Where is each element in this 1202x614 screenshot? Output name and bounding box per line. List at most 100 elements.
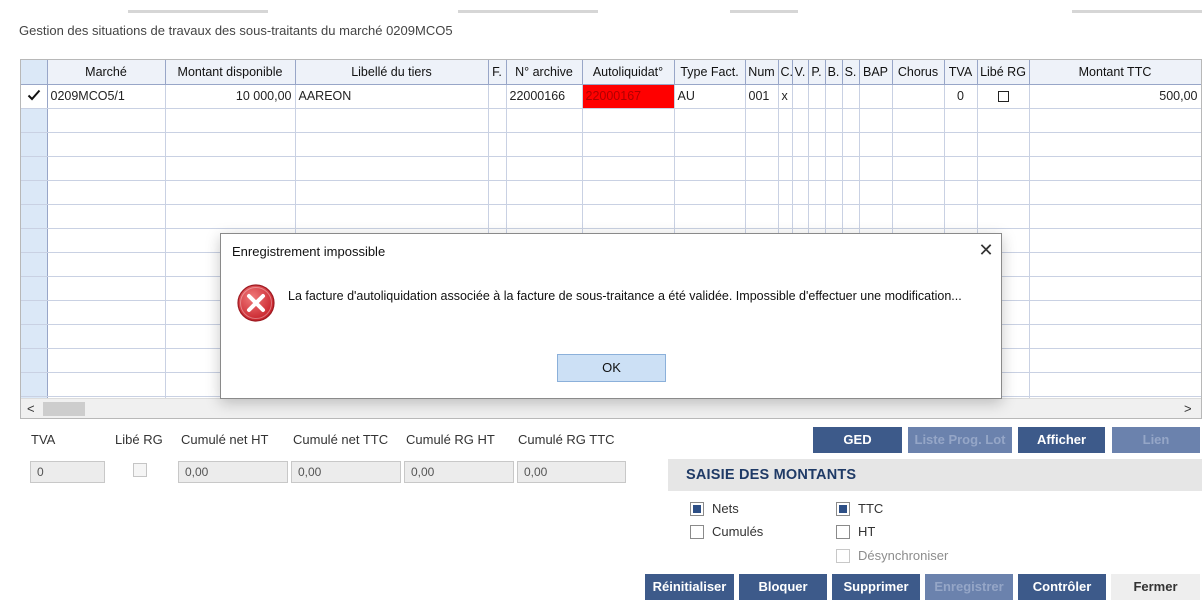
grid-cell[interactable] — [47, 300, 166, 325]
grid-cell[interactable] — [582, 132, 675, 157]
grid-cell[interactable] — [47, 132, 166, 157]
cell-type-fact[interactable]: AU — [674, 84, 746, 109]
grid-cell[interactable] — [778, 156, 793, 181]
table-row[interactable]: 0209MCO5/1 10 000,00 AAREON 22000166 220… — [21, 84, 1201, 109]
grid-cell[interactable] — [825, 108, 843, 133]
grid-cell[interactable] — [488, 156, 507, 181]
grid-cell[interactable] — [165, 156, 296, 181]
grid-cell[interactable] — [825, 132, 843, 157]
grid-cell[interactable] — [745, 156, 779, 181]
grid-cell[interactable] — [859, 204, 893, 229]
col-header-type-fact[interactable]: Type Fact. — [674, 60, 746, 85]
row-selector[interactable] — [21, 300, 48, 325]
row-selector[interactable] — [21, 252, 48, 277]
grid-cell[interactable] — [674, 132, 746, 157]
row-selector[interactable] — [21, 324, 48, 349]
grid-cell[interactable] — [1029, 108, 1201, 133]
grid-cell[interactable] — [582, 108, 675, 133]
grid-cell[interactable] — [295, 180, 489, 205]
grid-cell[interactable] — [165, 180, 296, 205]
table-row-empty[interactable] — [21, 108, 1201, 133]
grid-cell[interactable] — [47, 276, 166, 301]
row-selector[interactable] — [21, 204, 48, 229]
cell-tva[interactable]: 0 — [944, 84, 978, 109]
scrollbar-thumb[interactable] — [43, 402, 85, 416]
table-row-empty[interactable] — [21, 204, 1201, 229]
grid-cell[interactable] — [1029, 132, 1201, 157]
reinitialiser-button[interactable]: Réinitialiser — [645, 574, 734, 600]
lien-button[interactable]: Lien — [1112, 427, 1200, 453]
grid-cell[interactable] — [842, 180, 860, 205]
grid-cell[interactable] — [295, 156, 489, 181]
row-selector[interactable] — [21, 228, 48, 253]
grid-cell[interactable] — [1029, 300, 1201, 325]
grid-cell[interactable] — [892, 108, 945, 133]
cell-v[interactable] — [792, 84, 809, 109]
grid-cell[interactable] — [295, 108, 489, 133]
grid-cell[interactable] — [792, 132, 809, 157]
row-selector[interactable] — [21, 348, 48, 373]
grid-cell[interactable] — [825, 204, 843, 229]
grid-cell[interactable] — [165, 132, 296, 157]
grid-cell[interactable] — [47, 228, 166, 253]
grid-cell[interactable] — [1029, 180, 1201, 205]
grid-cell[interactable] — [1029, 204, 1201, 229]
close-icon[interactable]: ✕ — [973, 237, 999, 263]
grid-cell[interactable] — [944, 156, 978, 181]
grid-cell[interactable] — [808, 108, 826, 133]
table-row-empty[interactable] — [21, 156, 1201, 181]
grid-cell[interactable] — [778, 180, 793, 205]
grid-cell[interactable] — [977, 156, 1030, 181]
row-selector[interactable] — [21, 132, 48, 157]
cell-bap[interactable] — [859, 84, 893, 109]
grid-cell[interactable] — [745, 180, 779, 205]
grid-cell[interactable] — [778, 132, 793, 157]
nets-checkbox[interactable] — [690, 502, 704, 516]
grid-cell[interactable] — [295, 132, 489, 157]
liste-prog-lot-button[interactable]: Liste Prog. Lot — [908, 427, 1012, 453]
row-selector[interactable] — [21, 180, 48, 205]
grid-cell[interactable] — [47, 108, 166, 133]
grid-cell[interactable] — [674, 156, 746, 181]
grid-cell[interactable] — [506, 156, 583, 181]
grid-cell[interactable] — [47, 204, 166, 229]
col-header-chorus[interactable]: Chorus — [892, 60, 945, 85]
row-selector[interactable] — [21, 84, 48, 109]
grid-cell[interactable] — [792, 108, 809, 133]
grid-cell[interactable] — [944, 132, 978, 157]
row-selector[interactable] — [21, 372, 48, 397]
grid-cell[interactable] — [944, 180, 978, 205]
col-header-montant-disponible[interactable]: Montant disponible — [165, 60, 296, 85]
cell-montant-disponible[interactable]: 10 000,00 — [165, 84, 296, 109]
grid-cell[interactable] — [745, 132, 779, 157]
grid-cell[interactable] — [506, 180, 583, 205]
grid-cell[interactable] — [295, 204, 489, 229]
col-header-v[interactable]: V. — [792, 60, 809, 85]
grid-cell[interactable] — [892, 204, 945, 229]
col-header-b[interactable]: B. — [825, 60, 843, 85]
cell-montant-ttc[interactable]: 500,00 — [1029, 84, 1201, 109]
grid-cell[interactable] — [1029, 276, 1201, 301]
col-header-bap[interactable]: BAP — [859, 60, 893, 85]
libe-rg-checkbox[interactable] — [997, 91, 1009, 103]
cell-autoliquidation[interactable]: 22000167 — [582, 84, 675, 109]
grid-cell[interactable] — [859, 180, 893, 205]
grid-cell[interactable] — [808, 180, 826, 205]
grid-cell[interactable] — [792, 204, 809, 229]
grid-cell[interactable] — [488, 108, 507, 133]
grid-cell[interactable] — [792, 156, 809, 181]
ok-button[interactable]: OK — [557, 354, 666, 382]
grid-cell[interactable] — [674, 108, 746, 133]
row-selector-header[interactable] — [21, 60, 48, 85]
cumules-checkbox[interactable] — [690, 525, 704, 539]
col-header-libe-rg[interactable]: Libé RG — [977, 60, 1030, 85]
grid-cell[interactable] — [47, 324, 166, 349]
grid-cell[interactable] — [47, 348, 166, 373]
cell-marche[interactable]: 0209MCO5/1 — [47, 84, 166, 109]
enregistrer-button[interactable]: Enregistrer — [925, 574, 1013, 600]
grid-cell[interactable] — [859, 108, 893, 133]
col-header-libelle-tiers[interactable]: Libellé du tiers — [295, 60, 489, 85]
grid-cell[interactable] — [892, 132, 945, 157]
grid-cell[interactable] — [488, 204, 507, 229]
grid-cell[interactable] — [745, 108, 779, 133]
